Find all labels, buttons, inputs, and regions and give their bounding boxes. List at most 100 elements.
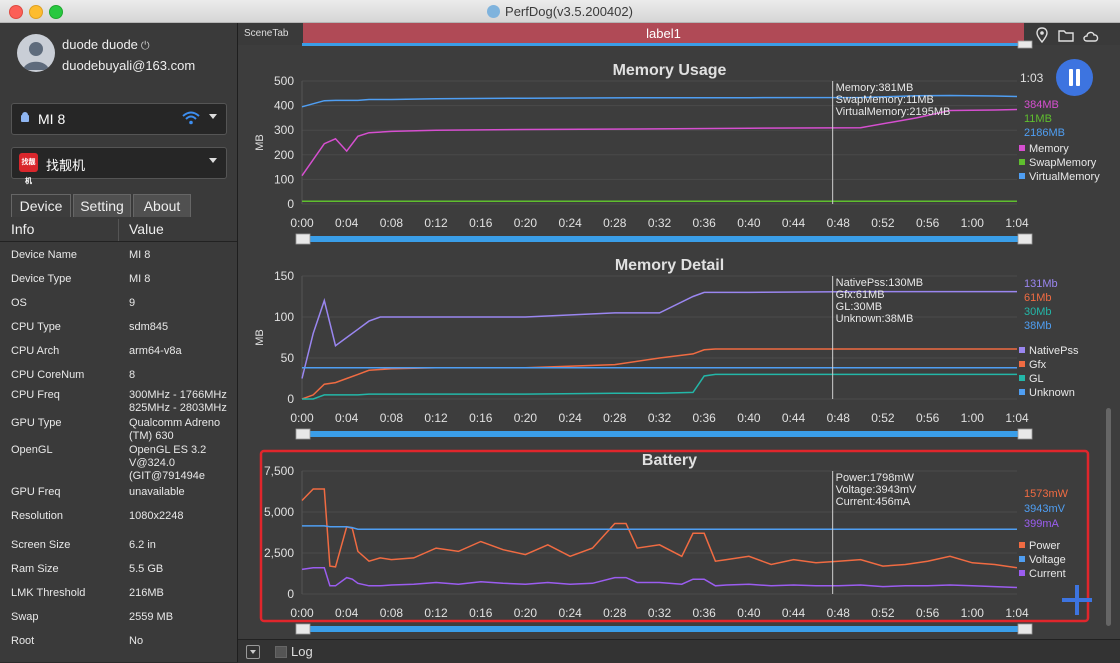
info-value: arm64-v8a xyxy=(129,345,182,357)
x-tick-label: 0:00 xyxy=(290,606,314,620)
legend-label: Current xyxy=(1029,568,1066,580)
x-tick-label: 0:48 xyxy=(827,216,851,230)
device-select[interactable]: MI 8 xyxy=(11,103,227,135)
tab-setting[interactable]: Setting xyxy=(73,194,131,217)
x-tick-label: 0:28 xyxy=(603,411,627,425)
info-key: Root xyxy=(11,635,35,647)
current-value: 131Mb xyxy=(1024,278,1058,290)
series-line-current xyxy=(301,567,1018,589)
info-key: Device Type xyxy=(11,273,72,285)
x-tick-label: 0:32 xyxy=(648,411,672,425)
x-tick-label: 0:52 xyxy=(871,411,895,425)
legend-swatch xyxy=(1019,556,1025,562)
scrollbar[interactable] xyxy=(1106,408,1111,626)
x-tick-label: 1:00 xyxy=(961,216,985,230)
range-slider-right-handle xyxy=(1017,428,1033,440)
y-tick-label: 200 xyxy=(274,148,294,162)
chevron-down-icon xyxy=(209,114,217,119)
info-value: 6.2 in xyxy=(129,539,156,551)
current-value: 11MB xyxy=(1024,113,1052,125)
current-value: 61Mb xyxy=(1024,292,1052,304)
range-slider-left-handle xyxy=(295,623,311,635)
cursor-annotation: Current:456mA xyxy=(836,496,911,508)
info-value: 2559 MB xyxy=(129,611,174,623)
app-select[interactable]: 找靓机 找靓机 xyxy=(11,147,227,185)
user-email: duodebuyali@163.com xyxy=(62,58,196,73)
info-key: OpenGL xyxy=(11,444,53,456)
legend-swatch xyxy=(1019,389,1025,395)
cursor-annotation: Memory:381MB xyxy=(836,82,914,94)
legend-swatch xyxy=(1019,375,1025,381)
current-value: 3943mV xyxy=(1024,503,1066,515)
series-line-gl xyxy=(302,373,1017,400)
series-line-voltage xyxy=(302,525,1018,531)
legend-label: NativePss xyxy=(1029,345,1079,357)
legend-swatch xyxy=(1019,347,1025,353)
y-tick-label: 0 xyxy=(287,197,294,211)
x-tick-label: 0:36 xyxy=(693,216,717,230)
x-tick-label: 0:12 xyxy=(424,606,448,620)
log-toggle-button[interactable] xyxy=(246,645,260,659)
legend-label: Power xyxy=(1029,540,1061,552)
range-slider-right-handle xyxy=(1017,233,1033,245)
power-icon[interactable]: ⏻ xyxy=(141,40,150,53)
x-tick-label: 0:04 xyxy=(335,411,359,425)
elapsed-time: 1:03 xyxy=(1020,71,1044,85)
log-label: Log xyxy=(291,644,313,659)
window-titlebar: PerfDog(v3.5.200402) xyxy=(0,0,1120,23)
current-value: 38Mb xyxy=(1024,320,1052,332)
info-value: 1080x2248 xyxy=(129,510,184,522)
pause-icon-bar xyxy=(1076,69,1080,86)
legend-swatch xyxy=(1019,361,1025,367)
cursor-annotation: SwapMemory:11MB xyxy=(836,94,934,106)
x-tick-label: 1:04 xyxy=(1005,216,1029,230)
window-title: PerfDog(v3.5.200402) xyxy=(0,4,1120,19)
avatar[interactable] xyxy=(17,34,55,72)
x-tick-label: 0:48 xyxy=(827,606,851,620)
main-panel: SceneTab label1 Memory Usage MB 500 400 300 2… xyxy=(238,23,1120,663)
log-bar: Log xyxy=(238,639,1120,663)
legend-label: Memory xyxy=(1029,143,1069,155)
y-tick-label: 100 xyxy=(274,310,294,324)
x-tick-label: 0:00 xyxy=(290,411,314,425)
cursor-annotation: Unknown:38MB xyxy=(836,313,914,325)
x-tick-label: 0:44 xyxy=(782,216,806,230)
info-key: LMK Threshold xyxy=(11,587,86,599)
value-column-header: Value xyxy=(129,221,164,237)
info-key: GPU Type xyxy=(11,417,62,429)
info-value: 5.5 GB xyxy=(129,563,164,575)
x-tick-label: 0:32 xyxy=(648,216,672,230)
x-tick-label: 0:52 xyxy=(871,216,895,230)
y-tick-label: 7,500 xyxy=(264,464,294,478)
info-value: Qualcomm Adreno (TM) 630 xyxy=(129,417,221,442)
pause-icon xyxy=(1069,69,1073,86)
legend-label: GL xyxy=(1029,373,1044,385)
x-tick-label: 0:08 xyxy=(380,606,404,620)
x-tick-label: 1:00 xyxy=(961,606,985,620)
x-tick-label: 0:40 xyxy=(737,216,761,230)
y-tick-label: 300 xyxy=(274,123,294,137)
pause-button[interactable] xyxy=(1056,59,1093,96)
x-tick-label: 0:44 xyxy=(782,606,806,620)
add-icon[interactable] xyxy=(1060,583,1094,617)
x-tick-label: 0:24 xyxy=(558,216,582,230)
x-tick-label: 0:04 xyxy=(335,216,359,230)
x-tick-label: 0:36 xyxy=(693,411,717,425)
y-tick-label: 0 xyxy=(287,587,294,601)
legend-swatch xyxy=(1019,570,1025,576)
tab-device[interactable]: Device xyxy=(11,194,71,217)
range-slider-right-handle xyxy=(1017,623,1033,635)
cursor-annotation: Voltage:3943mV xyxy=(836,484,917,496)
x-tick-label: 1:00 xyxy=(961,411,985,425)
info-value: 8 xyxy=(129,369,136,381)
log-checkbox[interactable] xyxy=(275,646,287,658)
battery-highlight-box xyxy=(259,449,1090,623)
info-column-header: Info xyxy=(11,221,35,237)
x-tick-label: 0:16 xyxy=(469,216,493,230)
y-axis-label: MB xyxy=(254,134,266,151)
y-axis-label: MB xyxy=(254,329,266,346)
tab-about[interactable]: About xyxy=(133,194,191,217)
x-tick-label: 0:20 xyxy=(514,216,538,230)
x-tick-label: 0:40 xyxy=(737,411,761,425)
x-tick-label: 0:44 xyxy=(782,411,806,425)
